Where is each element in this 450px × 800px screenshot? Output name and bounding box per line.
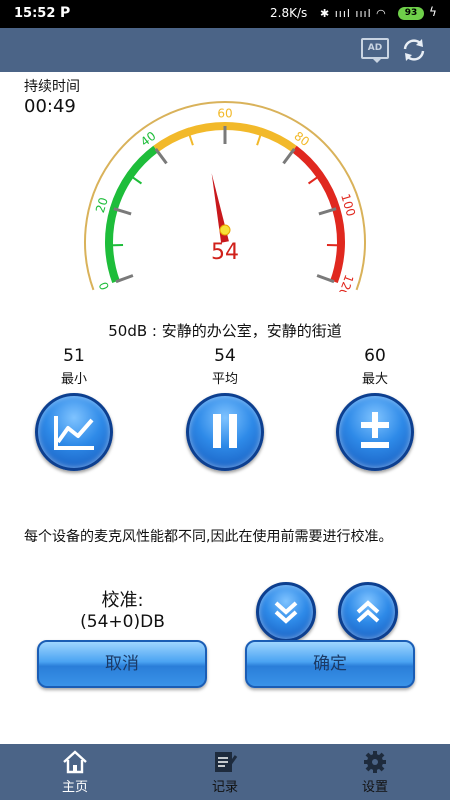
increase-button[interactable] — [338, 582, 398, 642]
calibration-value: (54+0)DB — [80, 612, 165, 632]
status-time: 15:52 — [14, 6, 56, 21]
home-icon — [63, 750, 87, 774]
gauge-needle-hub — [219, 224, 231, 236]
calibrate-button[interactable] — [336, 393, 414, 471]
nav-label-home: 主页 — [61, 780, 88, 795]
charging-icon: ϟ — [429, 5, 437, 19]
cancel-button[interactable]: 取消 — [37, 640, 207, 688]
double-chevron-up-icon — [356, 600, 380, 623]
gauge-tick-80 — [282, 148, 296, 165]
plus-minus-icon — [361, 412, 389, 448]
gauge-reading: 54 — [211, 240, 239, 265]
gauge-tick-label-60: 60 — [217, 107, 232, 121]
pause-button[interactable] — [186, 393, 264, 471]
stat-avg-label: 平均 — [211, 372, 238, 387]
stat-min: 51 最小 — [29, 346, 119, 387]
stat-min-value: 51 — [63, 346, 85, 366]
ad-icon[interactable]: AD — [361, 38, 389, 63]
line-chart-icon — [54, 416, 94, 450]
stat-min-label: 最小 — [60, 372, 87, 387]
stat-max-label: 最大 — [361, 372, 388, 387]
duration-label: 持续时间 — [24, 79, 80, 95]
nav-label-settings: 设置 — [361, 780, 388, 795]
top-bar: AD — [0, 28, 450, 72]
gauge-tick-label-20: 20 — [93, 196, 111, 215]
battery-icon: 93 — [398, 7, 424, 20]
double-chevron-down-icon — [274, 601, 298, 624]
notepad-icon — [215, 752, 238, 772]
bottom-nav: 主页 记录 设置 — [0, 744, 450, 800]
calibration-label: 校准: — [101, 590, 144, 611]
stat-avg: 54 平均 — [180, 346, 270, 387]
refresh-icon[interactable] — [400, 36, 428, 64]
nav-item-home[interactable]: 主页 — [35, 744, 115, 800]
gauge-tick-label-0: 0 — [96, 280, 112, 292]
stat-max: 60 最大 — [330, 346, 420, 387]
stat-avg-value: 54 — [214, 346, 236, 366]
decrease-button[interactable] — [256, 582, 316, 642]
signal-wifi-icons: ✱ ıııl ıııl ◠ — [320, 7, 387, 20]
duration-value: 00:49 — [24, 96, 76, 117]
status-bar: 15:52 P 2.8K/s ✱ ıııl ıııl ◠ 93 ϟ — [0, 0, 450, 28]
pause-icon — [213, 414, 237, 448]
confirm-button[interactable]: 确定 — [245, 640, 415, 688]
gauge-tick-40 — [154, 148, 168, 165]
nav-item-settings[interactable]: 设置 — [335, 744, 415, 800]
app-notification-icon: P — [60, 5, 71, 21]
nav-label-records: 记录 — [211, 780, 238, 795]
level-description: 50dB : 安静的办公室，安静的街道 — [108, 322, 342, 340]
stat-max-value: 60 — [364, 346, 386, 366]
nav-item-records[interactable]: 记录 — [185, 744, 265, 800]
gear-icon — [364, 751, 386, 773]
network-speed: 2.8K/s — [270, 6, 308, 20]
chart-button[interactable] — [35, 393, 113, 471]
calibration-note: 每个设备的麦克风性能都不同,因此在使用前需要进行校准。 — [24, 529, 393, 545]
